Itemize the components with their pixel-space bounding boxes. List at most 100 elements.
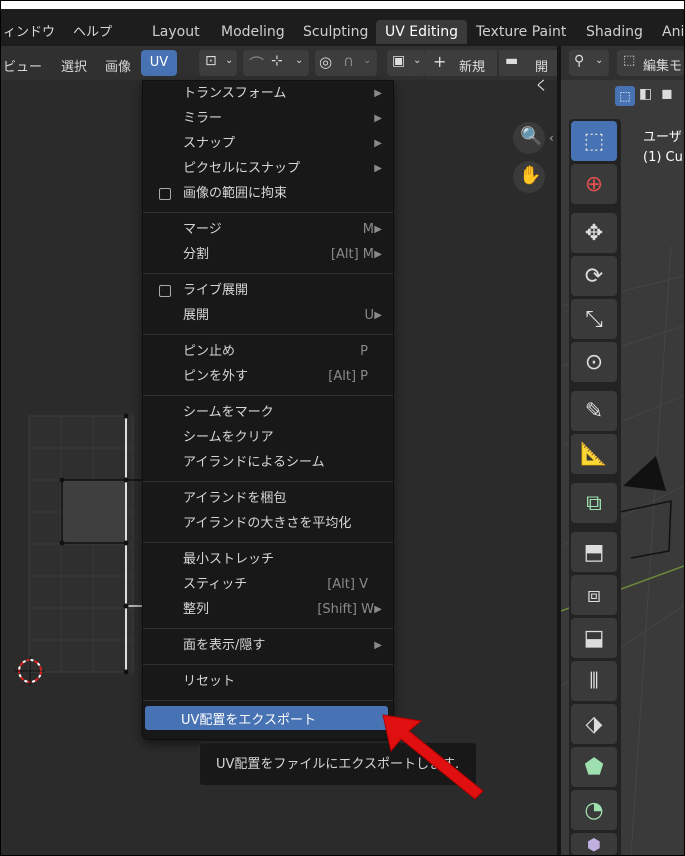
menu-item-label: スティッチ <box>183 577 248 592</box>
tab-shading[interactable]: Shading <box>577 20 652 44</box>
menu-item-pack-islands[interactable]: アイランドを梱包 <box>183 488 388 510</box>
menu-view[interactable]: ビュー <box>3 56 42 75</box>
image-browse[interactable]: ▣ ⌄ <box>387 50 425 76</box>
menu-window[interactable]: ィンドウ <box>3 21 55 40</box>
menu-item-snap[interactable]: スナップ ▶ <box>183 133 388 155</box>
menu-item-mirror[interactable]: ミラー ▶ <box>183 108 388 130</box>
chevron-down-icon: ⌄ <box>413 55 422 66</box>
loop-cut-icon: ⫴ <box>589 668 599 694</box>
collapse-arrow-icon[interactable]: ‹ <box>549 131 554 145</box>
tool-loop-cut[interactable]: ⫴ <box>571 661 617 701</box>
snap-controls[interactable]: ⌒ ⊹ ⌄ <box>243 50 309 76</box>
select-box-icon: ⬚ <box>583 128 605 154</box>
menu-item-label: トランスフォーム <box>183 86 287 101</box>
editor-type-dropdown[interactable]: ⚲ ⌄ <box>569 50 609 76</box>
tool-cursor[interactable]: ⊕ <box>571 164 617 204</box>
tool-scale[interactable]: ⤡ <box>571 299 617 339</box>
menu-image[interactable]: 画像 <box>105 56 131 75</box>
knife-icon: ⬗ <box>585 711 603 737</box>
tool-transform[interactable]: ⊙ <box>571 342 617 382</box>
menu-separator <box>143 212 393 213</box>
menu-item-stitch[interactable]: スティッチ [Alt] V <box>183 574 388 596</box>
scale-icon: ⤡ <box>585 306 603 332</box>
transform-icon: ⊙ <box>584 349 604 375</box>
menu-item-align[interactable]: 整列 [Shift] W ▶ <box>183 599 388 621</box>
chevron-down-icon: ⌄ <box>295 55 304 66</box>
menu-item-unwrap[interactable]: 展開 U ▶ <box>183 305 388 327</box>
tab-layout[interactable]: Layout <box>143 20 209 44</box>
tool-measure[interactable]: 📐 <box>571 434 617 474</box>
proportional-edit[interactable]: ◎ ∩ ⌄ <box>315 50 377 76</box>
tool-spin[interactable]: ◔ <box>571 790 617 830</box>
menu-separator <box>143 481 393 482</box>
tool-smooth[interactable]: ⬢ <box>571 833 617 855</box>
tab-texture-paint[interactable]: Texture Paint <box>467 20 575 44</box>
menu-item-show-hide-faces[interactable]: 面を表示/隠す ▶ <box>183 635 388 657</box>
tab-modeling[interactable]: Modeling <box>212 20 294 44</box>
edge-select-icon[interactable]: ◧ <box>639 86 652 102</box>
checkbox-icon[interactable] <box>159 285 171 297</box>
menu-item-label: UV配置をエクスポート <box>181 713 317 728</box>
menu-uv-label: UV <box>149 55 169 70</box>
tool-poly-build[interactable]: ⬟ <box>571 747 617 787</box>
open-image-button[interactable]: ▬ 開く <box>499 50 557 94</box>
hand-pan-icon[interactable]: ✋ <box>519 165 541 186</box>
tool-knife[interactable]: ⬗ <box>571 704 617 744</box>
tool-rotate[interactable]: ⟳ <box>571 256 617 296</box>
menu-item-label: 整列 <box>183 602 210 617</box>
tool-extrude[interactable]: ⬒ <box>571 532 617 572</box>
menu-select[interactable]: 選択 <box>61 56 87 75</box>
tab-animation[interactable]: Ani <box>653 20 684 44</box>
menu-item-export-uv-layout[interactable]: UV配置をエクスポート <box>145 706 388 730</box>
shortcut-label: [Alt] M <box>330 247 374 262</box>
snap-increment-icon: ⊹ <box>271 53 283 69</box>
tab-sculpting[interactable]: Sculpting <box>294 20 377 44</box>
menu-item-minimize-stretch[interactable]: 最小ストレッチ <box>183 549 388 571</box>
extrude-icon: ⬒ <box>583 539 605 565</box>
menu-help[interactable]: ヘルプ <box>73 21 112 40</box>
select-mode-buttons[interactable]: ⬚ ◧ ◼ <box>613 85 683 107</box>
add-cube-icon: ⧉ <box>586 490 602 516</box>
menu-item-transform[interactable]: トランスフォーム ▶ <box>183 83 388 105</box>
zoom-icon[interactable]: 🔍 <box>520 126 542 147</box>
pivot-dropdown[interactable]: ⊡ ⌄ <box>199 50 237 76</box>
new-image-button[interactable]: + 新規 <box>425 50 497 76</box>
uv-menu: トランスフォーム ▶ ミラー ▶ スナップ ▶ ピクセルにスナップ ▶ 画像の範囲に拘束… <box>142 80 394 740</box>
submenu-arrow-icon: ▶ <box>374 224 382 235</box>
menu-item-seams-from-islands[interactable]: アイランドによるシーム <box>183 452 388 474</box>
editor-type-icon: ⚲ <box>574 53 585 69</box>
menu-item-label: 画像の範囲に拘束 <box>183 186 288 201</box>
menu-item-split[interactable]: 分割 [Alt] M ▶ <box>183 244 388 266</box>
menu-uv[interactable]: UV <box>141 50 177 76</box>
spin-icon: ◔ <box>584 797 604 823</box>
tool-select-box[interactable]: ⬚ <box>571 121 617 161</box>
mode-label: 編集モ <box>643 59 683 74</box>
tool-inset[interactable]: ⧈ <box>571 575 617 615</box>
tool-annotate[interactable]: ✎ <box>571 391 617 431</box>
menu-item-merge[interactable]: マージ M ▶ <box>183 219 388 241</box>
menu-item-mark-seam[interactable]: シームをマーク <box>183 402 388 424</box>
menu-item-reset[interactable]: リセット <box>183 671 388 693</box>
menu-item-clear-seam[interactable]: シームをクリア <box>183 427 388 449</box>
menu-item-constrain-to-bounds[interactable]: 画像の範囲に拘束 <box>159 183 388 205</box>
vertex-select-icon[interactable]: ⬚ <box>615 86 635 106</box>
tool-add-cube[interactable]: ⧉ <box>571 483 617 523</box>
menu-item-unpin[interactable]: ピンを外す [Alt] P <box>183 366 388 388</box>
tool-bevel[interactable]: ⬓ <box>571 618 617 658</box>
mode-dropdown[interactable]: ⬚ 編集モ <box>617 50 684 76</box>
top-menubar: ィンドウ ヘルプ Layout Modeling Sculpting UV Ed… <box>1 9 684 46</box>
tool-move[interactable]: ✥ <box>571 213 617 253</box>
menu-item-label: 展開 <box>183 308 210 323</box>
tab-uv-editing[interactable]: UV Editing <box>376 20 468 44</box>
pivot-icon: ⊡ <box>205 53 217 69</box>
falloff-icon: ∩ <box>343 52 354 70</box>
menu-item-live-unwrap[interactable]: ライブ展開 <box>159 280 388 302</box>
menu-item-pin[interactable]: ピン止め P <box>183 341 388 363</box>
menu-item-average-islands-scale[interactable]: アイランドの大きさを平均化 <box>183 513 388 535</box>
menu-item-snap-to-pixels[interactable]: ピクセルにスナップ ▶ <box>183 158 388 180</box>
viewport-header: ⚲ ⌄ ⬚ 編集モ <box>561 46 684 80</box>
face-select-icon[interactable]: ◼ <box>661 86 673 102</box>
menu-separator <box>143 395 393 396</box>
menu-item-label: リセット <box>183 674 236 689</box>
checkbox-icon[interactable] <box>159 188 171 200</box>
